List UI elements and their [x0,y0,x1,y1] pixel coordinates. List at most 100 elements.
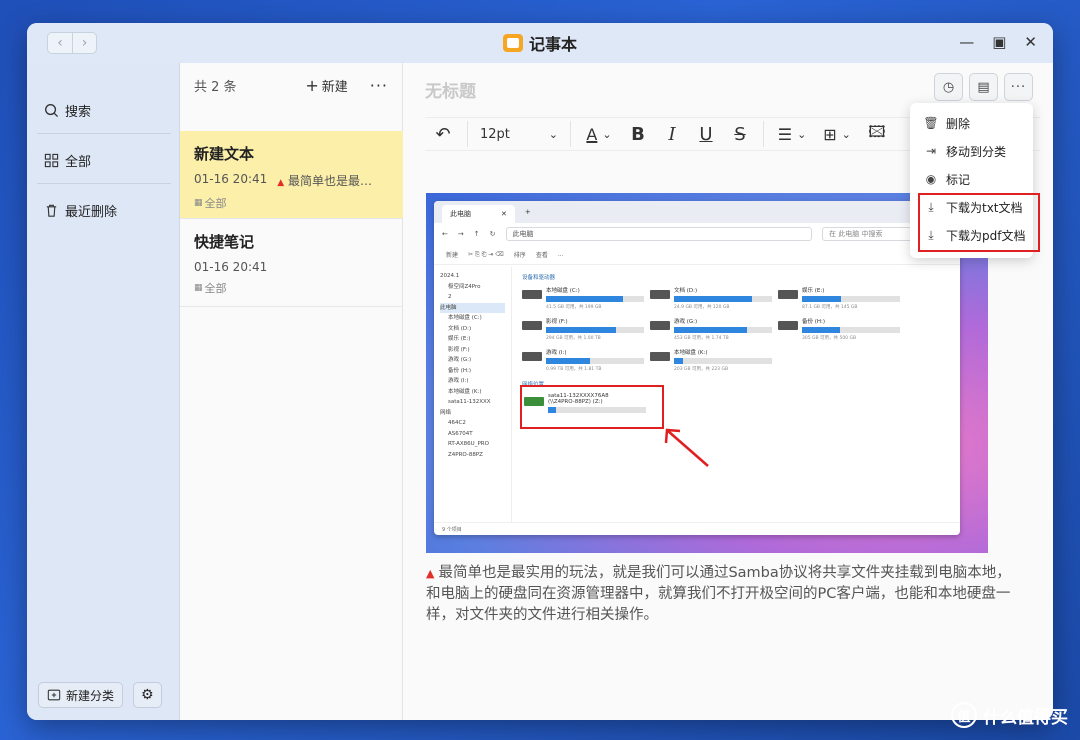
explorer-nav-item: 本地磁盘 (C:) [448,315,482,321]
drive-name: 本地磁盘 (C:) [546,288,580,294]
document-body-text: 最简单也是最实用的玩法，就是我们可以通过Samba协议将共享文件夹挂载到电脑本地… [426,565,1011,623]
bold-button[interactable]: B [621,117,655,151]
explorer-search-text: 在 此电脑 中搜索 [829,230,883,238]
embedded-image[interactable]: 此电脑 ✕ + ← → ↑ ↻ 此电脑 在 此电脑 中搜索 新建 ✂ ⎘ ⎗ ⇥… [426,193,988,553]
drive-usage-bar [674,358,772,364]
italic-button[interactable]: I [655,117,689,151]
drive-usage-fill [802,296,842,302]
forward-icon: → [457,230,464,238]
close-icon[interactable]: ✕ [1024,33,1037,51]
table-icon: ⊞ [823,124,837,144]
text-color-button[interactable]: A ⌄ [577,117,621,151]
triangle-icon: ▲ [426,567,435,580]
explorer-nav-pane: 2024.1 极空间Z4Pro 2 此电脑 本地磁盘 (C:) 文档 (D:) 娱乐 (E:… [434,267,512,522]
note-category-label: 全部 [204,282,227,295]
drive-item: 娱乐 (E:) 87.1 GB 可用，共 145 GB [778,286,906,310]
list-icon: ☰ [777,124,793,144]
explorer-tab: 此电脑 ✕ [442,205,515,223]
sidebar-item-recently-deleted[interactable]: 最近删除 [44,201,117,220]
drive-usage-fill [546,358,591,364]
drive-info: 本地磁盘 (C:) 41.5 GB 可用，共 199 GB [546,286,644,310]
trash-icon: 🗑 [923,116,939,130]
font-size-select[interactable]: 12pt ⌄ [474,117,564,151]
new-note-button[interactable]: + 新建 [305,76,347,95]
explorer-cmd: ... [557,251,564,258]
divider [467,121,468,147]
trash-icon [46,204,57,217]
list-button[interactable]: ☰ ⌄ [770,117,814,151]
undo-button[interactable]: ↶ [425,117,461,151]
strikethrough-icon: S [734,123,746,145]
explorer-status: 9 个项目 [434,522,960,535]
drive-space: 294 GB 可用，共 1.00 TB [546,336,601,341]
drive-usage-fill [674,296,753,302]
more-icon: ··· [1010,79,1027,95]
menu-item-label: 移动到分类 [946,144,1007,159]
more-icon[interactable]: ··· [370,76,388,95]
sidebar-item-search[interactable]: 搜索 [44,101,91,120]
drive-item: 本地磁盘 (C:) 41.5 GB 可用，共 199 GB [522,286,650,310]
drive-usage-fill [674,327,747,333]
menu-item-mark[interactable]: ◉ 标记 [910,165,1033,193]
note-item[interactable]: 新建文本 01-16 20:41 ▲ 最简单也是最… ▦ 全部 [180,131,403,219]
strikethrough-button[interactable]: S [723,117,757,151]
underline-button[interactable]: U [689,117,723,151]
drive-name: 影视 (F:) [546,319,568,325]
new-note-label: 新建 [321,79,348,95]
explorer-nav-item: 网络 [440,409,452,416]
document-title[interactable]: 无标题 [425,77,476,102]
note-item[interactable]: 快捷笔记 01-16 20:41 ▦ 全部 [180,219,403,307]
insert-image-button[interactable]: 🖾 [860,117,894,151]
maximize-icon[interactable]: ▣ [992,33,1006,51]
drive-name: 文档 (D:) [674,288,698,294]
explorer-address-bar: 此电脑 [505,227,812,241]
forward-icon[interactable]: › [72,33,96,53]
move-icon: ⇥ [925,144,937,158]
drive-space: 41.5 GB 可用，共 199 GB [546,305,602,310]
drive-icon [650,321,670,330]
sidebar-item-all[interactable]: 全部 [44,151,91,170]
drive-usage-bar [802,296,900,302]
drive-grid: 本地磁盘 (C:) 41.5 GB 可用，共 199 GB 文档 (D:) 24.9 … [522,286,950,372]
font-size-value: 12pt [480,126,510,142]
minimize-icon[interactable]: — [959,33,974,51]
menu-item-delete[interactable]: 🗑 删除 [910,109,1033,137]
refresh-icon: ↻ [489,230,496,238]
explorer-nav-item: 464C2 [448,420,466,426]
note-title: 新建文本 [194,145,255,163]
note-preview: ▲ 最简单也是最… [277,172,372,189]
drive-icon [778,290,798,299]
menu-item-move[interactable]: ⇥ 移动到分类 [910,137,1033,165]
explorer-cmd-icons: ✂ ⎘ ⎗ ⇥ ⌫ [468,250,504,258]
text-color-icon: A [586,124,598,144]
note-preview-text: 最简单也是最… [288,174,373,188]
sidebar: 搜索 全部 最近删除 新建分类 ⚙ [27,63,180,720]
clock-icon: ◷ [942,79,955,95]
more-options-button[interactable]: ··· [1004,73,1033,101]
save-button[interactable]: ▤ [969,73,998,101]
drive-usage-bar [546,358,644,364]
watermark-logo-icon: 值 [951,702,977,728]
explorer-nav-item: 影视 (F:) [448,346,470,353]
settings-button[interactable]: ⚙ [133,682,162,708]
titlebar: ‹ › 记事本 — ▣ ✕ [27,23,1053,63]
drive-usage-fill [674,358,683,364]
gear-icon: ⚙ [141,687,154,703]
grid-icon: ▦ [194,283,203,293]
document-body[interactable]: ▲ 最简单也是最实用的玩法，就是我们可以通过Samba协议将共享文件夹挂载到电脑本… [426,563,1016,626]
chevron-down-icon: ⌄ [841,127,851,141]
divider [763,121,764,147]
drive-icon [650,290,670,299]
explorer-nav-item: 游戏 (G:) [448,357,472,363]
explorer-window: 此电脑 ✕ + ← → ↑ ↻ 此电脑 在 此电脑 中搜索 新建 ✂ ⎘ ⎗ ⇥… [434,201,960,535]
drive-space: 0.99 TB 可用，共 1.81 TB [546,367,602,372]
table-button[interactable]: ⊞ ⌄ [814,117,860,151]
drive-info: 娱乐 (E:) 87.1 GB 可用，共 145 GB [802,286,900,310]
note-meta: 01-16 20:41 ▲ 最简单也是最… [194,172,389,189]
back-icon[interactable]: ‹ [48,33,72,53]
grid-icon: ▦ [194,198,203,208]
history-button[interactable]: ◷ [934,73,963,101]
drive-icon [522,290,542,299]
explorer-nav-item: 2 [448,294,452,300]
new-category-button[interactable]: 新建分类 [38,682,124,708]
